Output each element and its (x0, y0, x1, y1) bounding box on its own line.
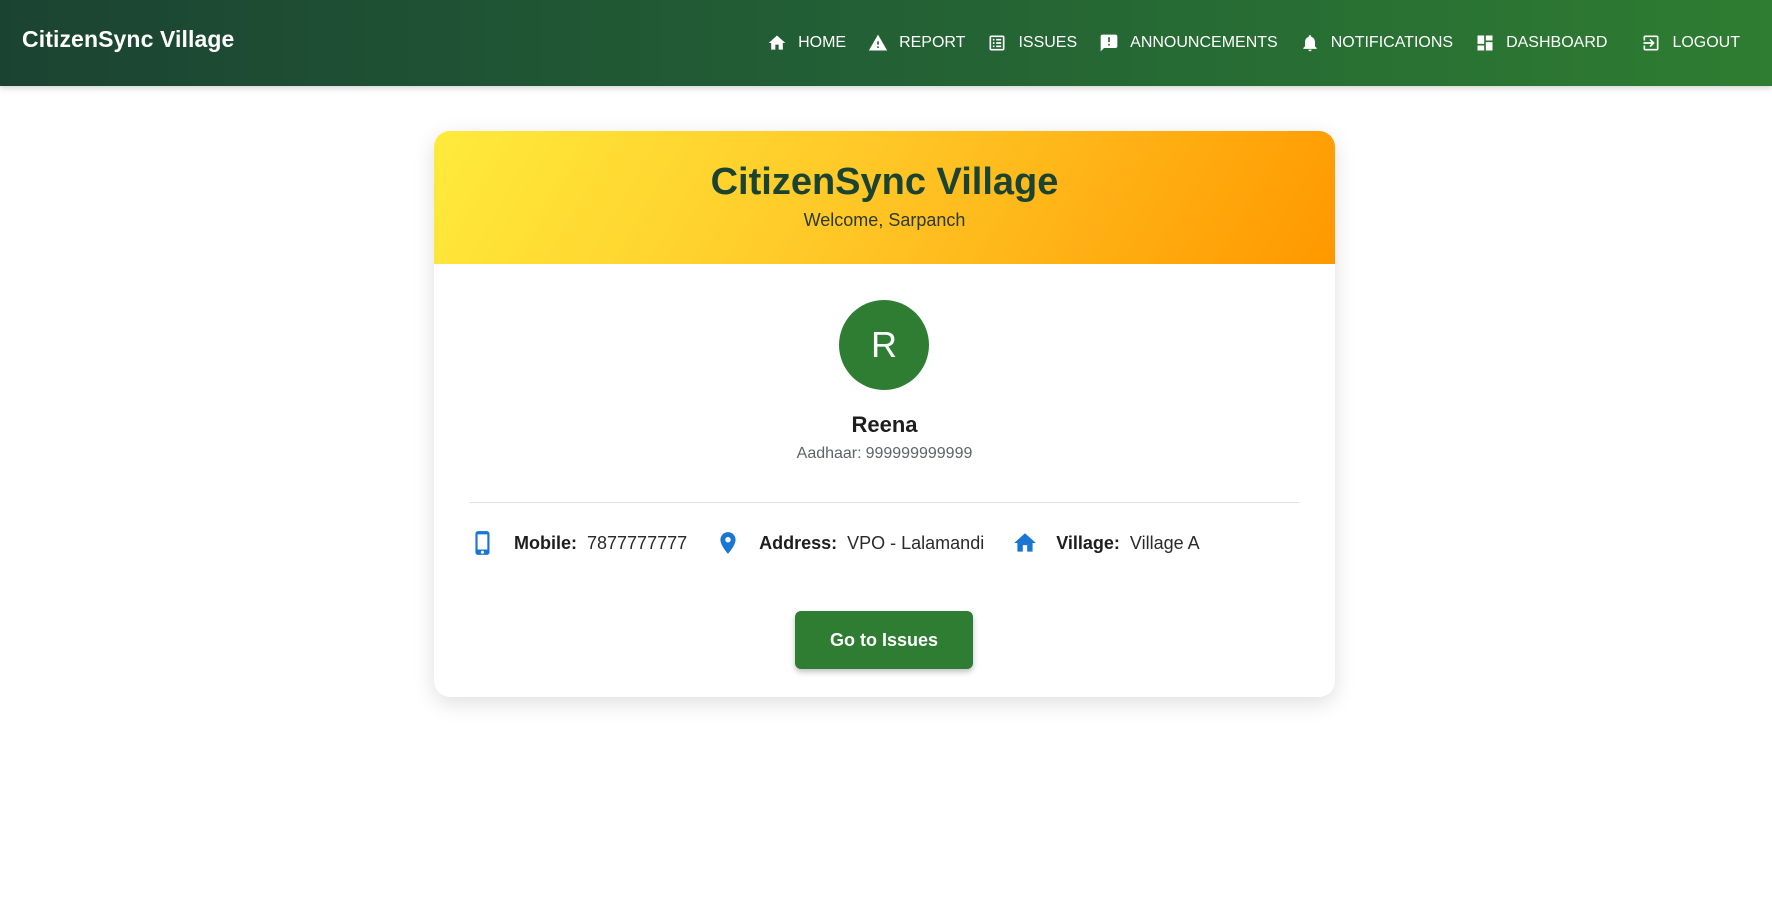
nav-announcements[interactable]: ANNOUNCEMENTS (1099, 33, 1278, 53)
dashboard-icon (1477, 35, 1493, 51)
location-pin-icon (720, 532, 736, 554)
card-title: CitizenSync Village (710, 161, 1059, 203)
nav-announcements-label: ANNOUNCEMENTS (1130, 34, 1278, 51)
welcome-banner: CitizenSync Village Welcome, Sarpanch (434, 131, 1335, 264)
aadhaar-value: 999999999999 (865, 445, 973, 462)
contact-info-row: Mobile: 7877777777 Address: VPO - Lalama… (470, 527, 1228, 559)
list-icon (989, 35, 1005, 51)
nav-home[interactable]: HOME (767, 33, 846, 53)
village-info: Village: Village A (1012, 530, 1200, 556)
address-info: Address: VPO - Lalamandi (715, 530, 984, 556)
mobile-value: 7877777777 (587, 532, 688, 553)
address-value: VPO - Lalamandi (847, 532, 985, 553)
brand-title[interactable]: CitizenSync Village (22, 26, 234, 53)
go-to-issues-button[interactable]: Go to Issues (795, 611, 973, 669)
nav-home-label: HOME (798, 34, 847, 51)
nav-dashboard-label: DASHBOARD (1506, 34, 1608, 51)
nav-logout-label: LOGOUT (1672, 34, 1740, 51)
nav-issues[interactable]: ISSUES (987, 33, 1077, 53)
user-name: Reena (851, 412, 918, 437)
nav-notifications-label: NOTIFICATIONS (1330, 34, 1454, 51)
mobile-label: Mobile: (514, 532, 577, 553)
profile-card: CitizenSync Village Welcome, Sarpanch R … (434, 131, 1335, 697)
top-app-bar: CitizenSync Village HOME REPORT ISSUES A… (0, 0, 1772, 86)
nav-notifications[interactable]: NOTIFICATIONS (1300, 33, 1453, 53)
nav-issues-label: ISSUES (1018, 34, 1078, 51)
welcome-message: Welcome, Sarpanch (803, 210, 966, 230)
warning-icon (868, 34, 888, 51)
nav-logout[interactable]: LOGOUT (1641, 33, 1740, 53)
home-icon (1014, 533, 1037, 552)
village-value: Village A (1129, 532, 1200, 553)
avatar: R (839, 300, 929, 390)
divider (470, 502, 1299, 503)
nav-dashboard[interactable]: DASHBOARD (1475, 33, 1607, 53)
bell-icon (1303, 35, 1317, 52)
mobile-info: Mobile: 7877777777 (470, 530, 687, 556)
home-icon (768, 35, 786, 50)
aadhaar-label: Aadhaar: (796, 445, 862, 462)
village-label: Village: (1056, 532, 1120, 553)
nav-report[interactable]: REPORT (868, 33, 965, 53)
nav-report-label: REPORT (899, 34, 966, 51)
main-nav: HOME REPORT ISSUES ANNOUNCEMENTS NOTIFIC… (745, 0, 1740, 86)
logout-icon (1643, 35, 1659, 51)
address-label: Address: (759, 532, 838, 553)
announcement-icon (1100, 34, 1118, 52)
aadhaar-number: Aadhaar: 999999999999 (434, 445, 1335, 463)
phone-icon (475, 531, 490, 555)
